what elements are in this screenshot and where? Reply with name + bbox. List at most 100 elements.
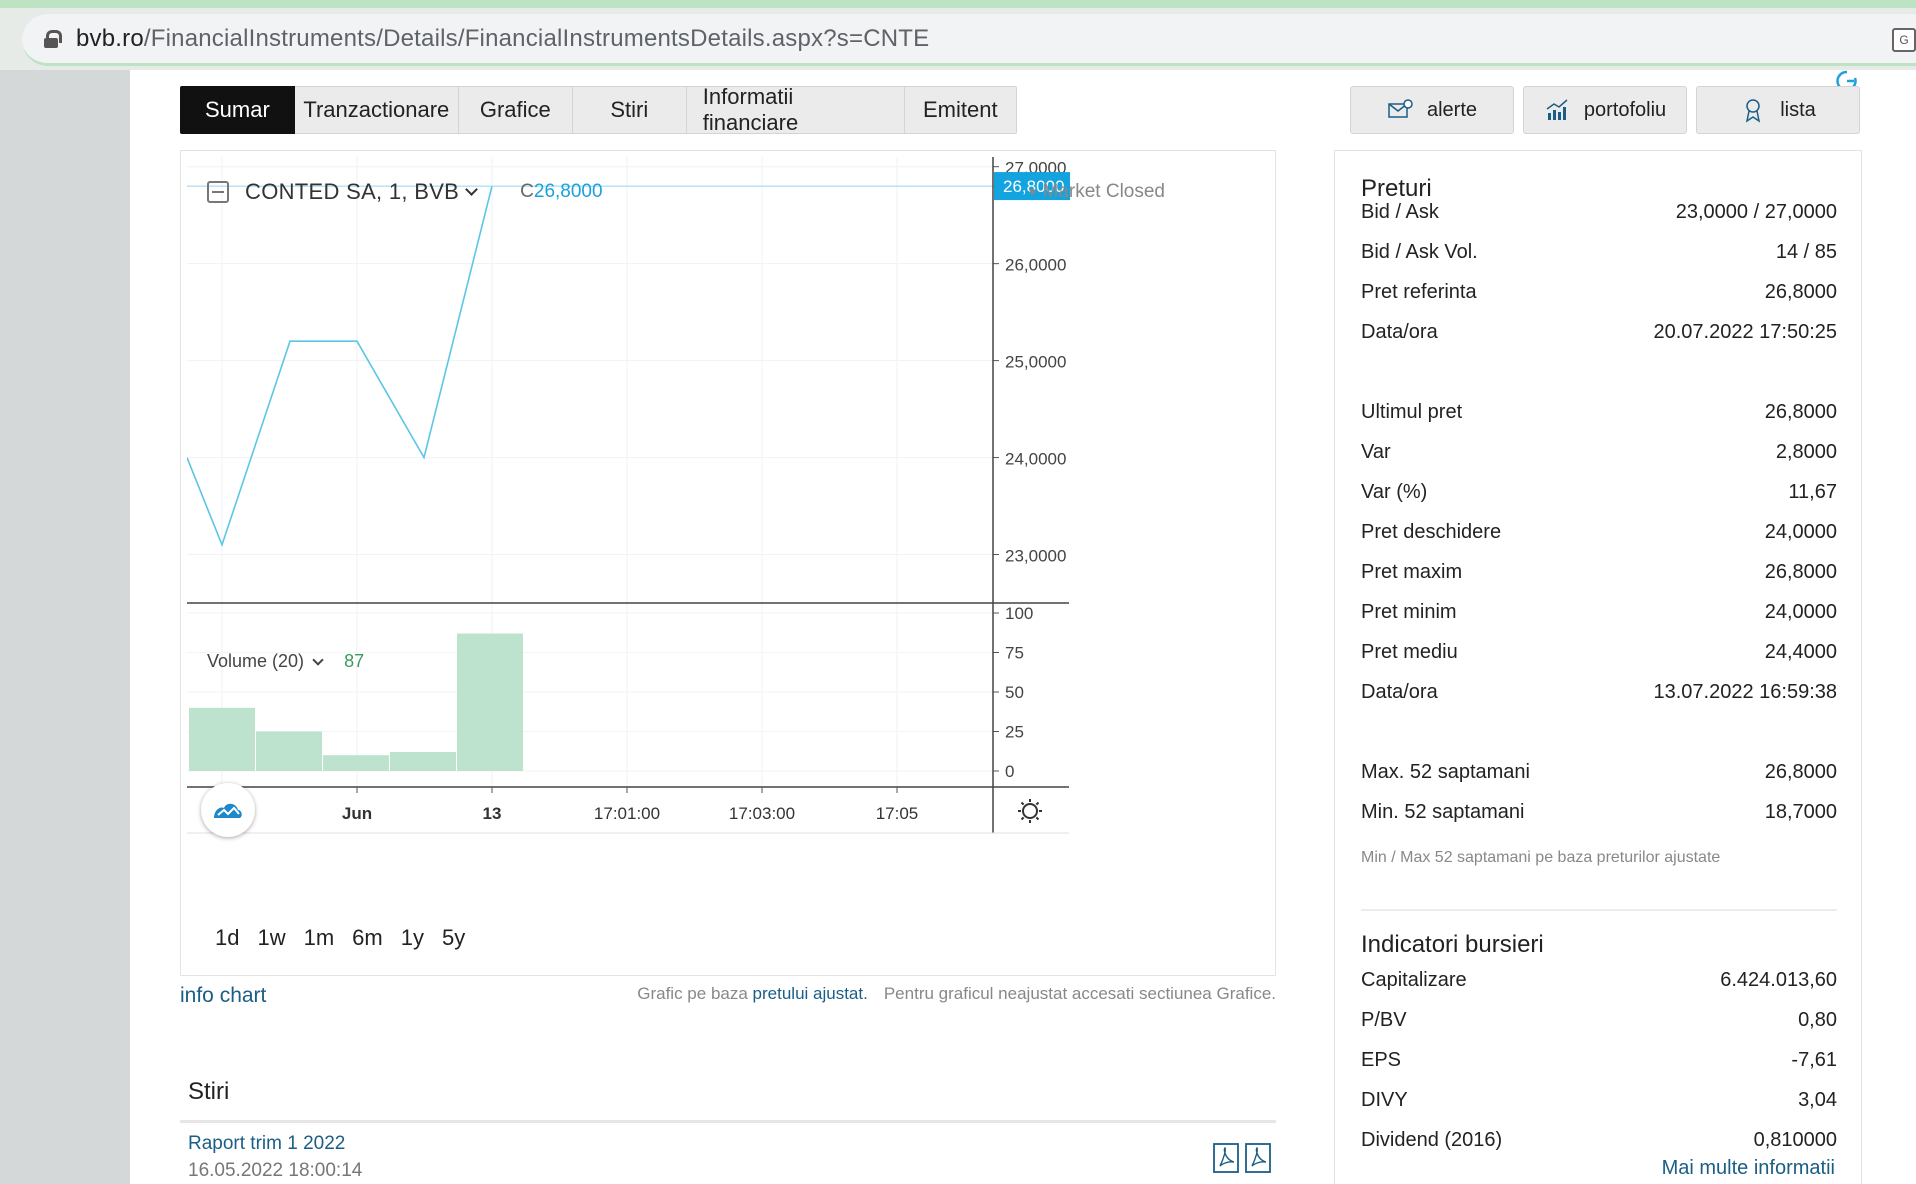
x-tick-label: 17:05 [876,804,919,823]
page-content: Sumar Tranzactionare Grafice Stiri Infor… [130,70,1916,1184]
row-dividend: Dividend (2016) 0,810000 [1361,1129,1837,1151]
market-status: Market Closed [1029,181,1166,203]
preturi-title: Preturi [1361,175,1432,202]
price-line [187,185,493,548]
volume-value: 87 [344,651,365,671]
row-pret-mediu: Pret mediu 24,4000 [1361,641,1837,663]
volume-bar [390,752,456,771]
row-bid-ask-vol: Bid / Ask Vol. 14 / 85 [1361,241,1837,263]
row-data-ora-trade: Data/ora 13.07.2022 16:59:38 [1361,681,1837,703]
settings-icon-ray [1035,801,1040,806]
row-pret-deschidere: Pret deschidere 24,0000 [1361,521,1837,543]
chart-note: Grafic pe baza pretului ajustat. Pentru g… [637,984,1276,1003]
y-tick-label: 23,0000 [1005,547,1066,566]
translate-icon[interactable]: G [1892,28,1916,52]
chart-header: CONTED SA, 1, BVB C26,8000 [207,179,603,205]
alerts-button[interactable]: alerte [1350,86,1514,134]
section-divider [1361,909,1837,911]
ribbon-icon [1746,99,1761,123]
tab-sumar[interactable]: Sumar [180,86,295,134]
settings-icon [1022,803,1038,819]
url-text[interactable]: bvb.ro/FinancialInstruments/Details/Fina… [76,25,929,53]
range-1y[interactable]: 1y [401,925,424,951]
volume-bar [323,755,389,771]
info-chart-link[interactable]: info chart [180,984,266,1008]
min-max-note: Min / Max 52 saptamani pe baza preturilo… [1361,849,1721,866]
y-tick-label: 24,0000 [1005,450,1066,469]
volume-y-tick-label: 50 [1005,683,1024,702]
tradingview-logo-icon[interactable] [201,783,255,837]
pdf-icon[interactable] [1212,1142,1240,1174]
watchlist-button[interactable]: lista [1696,86,1860,134]
tab-informatii-financiare[interactable]: Informatii financiare [686,84,905,135]
volume-header: Volume (20) 87 [207,651,364,672]
lock-icon [44,29,62,48]
portfolio-button[interactable]: portofoliu [1523,86,1687,134]
action-buttons: alerte portofoliu lista [1350,86,1860,134]
settings-icon-ray [1020,801,1025,806]
row-data-ora: Data/ora 20.07.2022 17:50:25 [1361,321,1837,343]
volume-y-tick-label: 25 [1005,723,1024,742]
chevron-down-icon[interactable] [465,182,479,196]
volume-bar [189,707,255,771]
row-capitalizare: Capitalizare 6.424.013,60 [1361,969,1837,991]
row-divy: DIVY 3,04 [1361,1089,1837,1111]
news-item-link[interactable]: Raport trim 1 2022 [188,1133,345,1155]
tab-bar: Sumar Tranzactionare Grafice Stiri Infor… [180,84,1017,135]
collapse-icon[interactable] [207,181,229,203]
row-min-52: Min. 52 saptamani 18,7000 [1361,801,1837,823]
adjusted-price-link[interactable]: pretului ajustat. [753,984,868,1003]
volume-bar [256,731,322,771]
x-tick-label: 17:03:00 [729,804,795,823]
volume-y-tick-label: 0 [1005,762,1014,781]
y-tick-label: 25,0000 [1005,353,1066,372]
indicatori-title: Indicatori bursieri [1361,931,1544,958]
news-divider [180,1120,1276,1123]
news-attachments [1212,1142,1272,1174]
row-pret-referinta: Pret referinta 26,8000 [1361,281,1837,303]
x-tick-label: 13 [483,804,502,823]
browser-toolbar: bvb.ro/FinancialInstruments/Details/Fina… [0,0,1916,70]
symbol-selector[interactable]: CONTED SA, 1, BVB [245,179,459,205]
tab-tranzactionare[interactable]: Tranzactionare [294,86,459,134]
range-1d[interactable]: 1d [215,925,239,951]
row-pbv: P/BV 0,80 [1361,1009,1837,1031]
row-pret-maxim: Pret maxim 26,8000 [1361,561,1837,583]
news-item-date: 16.05.2022 18:00:14 [188,1160,363,1181]
settings-icon-ray [1035,816,1040,821]
settings-icon-ray [1020,816,1025,821]
news-section-title: Stiri [188,1078,230,1105]
volume-y-tick-label: 100 [1005,604,1033,623]
row-eps: EPS -7,61 [1361,1049,1837,1071]
range-1m[interactable]: 1m [304,925,335,951]
x-tick-label: Jun [342,804,372,823]
price-chart[interactable]: 27,000026,000025,000024,000023,000026,80… [187,157,1271,897]
volume-selector[interactable]: Volume (20) [207,651,304,672]
more-info-link[interactable]: Mai multe informatii [1662,1157,1835,1180]
chevron-down-icon[interactable] [312,653,324,666]
tab-grafice[interactable]: Grafice [458,86,573,134]
pdf-icon[interactable] [1244,1142,1272,1174]
range-1w[interactable]: 1w [257,925,285,951]
row-var-pct: Var (%) 11,67 [1361,481,1837,503]
volume-y-tick-label: 75 [1005,644,1024,663]
range-selector: 1d 1w 1m 6m 1y 5y [215,925,483,951]
row-var: Var 2,8000 [1361,441,1837,463]
row-pret-minim: Pret minim 24,0000 [1361,601,1837,623]
info-panel: Preturi Bid / Ask 23,0000 / 27,0000 Bid /… [1334,150,1862,1184]
chart-panel: 27,0000 26,0000 25,0000 24,0000 23,0000 26,80… [180,150,1276,976]
range-6m[interactable]: 6m [352,925,383,951]
tab-emitent[interactable]: Emitent [904,86,1017,134]
x-tick-label: 17:01:00 [594,804,660,823]
row-bid-ask: Bid / Ask 23,0000 / 27,0000 [1361,201,1837,223]
close-value: C26,8000 [520,181,603,202]
row-max-52: Max. 52 saptamani 26,8000 [1361,761,1837,783]
row-ultimul-pret: Ultimul pret 26,8000 [1361,401,1837,423]
address-bar[interactable]: bvb.ro/FinancialInstruments/Details/Fina… [22,14,1916,66]
envelope-icon [1388,99,1413,118]
y-tick-label: 26,0000 [1005,256,1066,275]
range-5y[interactable]: 5y [442,925,465,951]
volume-bar [457,633,523,771]
tab-stiri[interactable]: Stiri [572,86,687,134]
chart-icon [1546,99,1568,120]
